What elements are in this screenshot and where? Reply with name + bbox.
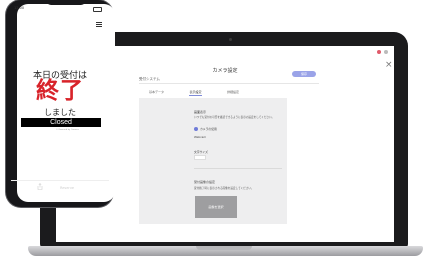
panel-divider	[194, 168, 282, 169]
font-size-label: 文字サイズ	[194, 150, 208, 154]
menu-icon[interactable]	[96, 22, 102, 27]
record-icon[interactable]	[377, 50, 381, 54]
camera-option-value: Webcam	[194, 135, 207, 139]
window-tools	[377, 50, 388, 54]
select-image-label: 画像を選択	[208, 205, 224, 209]
bottom-divider	[11, 180, 109, 181]
status-time: 12:00	[14, 6, 25, 10]
share-icon[interactable]	[37, 183, 43, 190]
panel-heading: 画面表示	[194, 110, 207, 114]
image-description: 受付終了時に表示される画像を設定してください。	[194, 187, 254, 190]
battery-icon	[93, 7, 102, 12]
closed-banner: Closed	[21, 118, 101, 127]
camera-option-label: カメラの使用	[200, 127, 217, 131]
tab-bar: 基本データ 表示設定 詳細設定	[149, 90, 239, 96]
tab-basic[interactable]: 基本データ	[149, 90, 164, 96]
image-heading: 受付画像の設定	[194, 180, 216, 184]
copyright-text: © Powered by Camera	[56, 129, 79, 131]
tab-display[interactable]: 表示設定	[189, 90, 202, 96]
section-divider	[139, 83, 319, 84]
bottom-nav-label[interactable]: Reserve	[60, 186, 74, 190]
font-size-input[interactable]	[194, 155, 206, 160]
tab-advanced[interactable]: 詳細設定	[227, 90, 239, 96]
section-label: 受付システム	[139, 77, 160, 81]
save-button[interactable]: 保存	[292, 71, 316, 77]
laptop-camera	[229, 38, 232, 41]
phone-notch	[46, 0, 86, 5]
select-image-button[interactable]: 画像を選択	[195, 196, 237, 218]
closed-message-main: 終了	[36, 77, 84, 104]
closed-message-line2: しました	[44, 108, 76, 117]
panel-description: いつでも受付の可否を確認できるように表示の設定をしてください。	[194, 116, 275, 119]
settings-icon[interactable]	[384, 50, 388, 54]
camera-radio[interactable]	[194, 127, 198, 131]
